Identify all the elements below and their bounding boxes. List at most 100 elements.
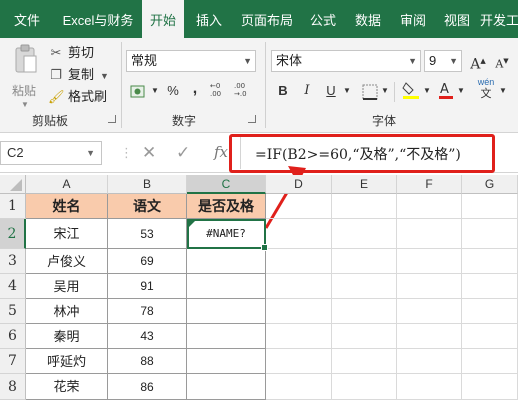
grid-cell[interactable] [266, 299, 332, 324]
accounting-format-button[interactable] [126, 80, 150, 102]
table-cell-result[interactable] [187, 324, 266, 349]
table-header-pass[interactable]: 是否及格 [187, 194, 266, 219]
row-header-3[interactable]: 3 [0, 249, 26, 274]
grid-cell[interactable] [397, 219, 462, 249]
font-color-button[interactable]: A [436, 78, 456, 100]
tab-review[interactable]: 审阅 [392, 0, 434, 38]
grid-cell[interactable] [266, 349, 332, 374]
table-cell-result[interactable] [187, 299, 266, 324]
grid-cell[interactable] [397, 249, 462, 274]
table-cell-name[interactable]: 秦明 [26, 324, 108, 349]
table-cell-score[interactable]: 78 [108, 299, 187, 324]
number-format-select[interactable]: 常规 ▼ [126, 50, 256, 72]
row-header-6[interactable]: 6 [0, 324, 26, 349]
tab-page-layout[interactable]: 页面布局 [234, 0, 300, 38]
table-cell-score[interactable]: 43 [108, 324, 187, 349]
confirm-formula-button[interactable]: ✓ [176, 143, 190, 163]
row-header-4[interactable]: 4 [0, 274, 26, 299]
font-color-dropdown-icon[interactable]: ▼ [456, 80, 466, 102]
column-header-e[interactable]: E [332, 175, 397, 194]
row-header-5[interactable]: 5 [0, 299, 26, 324]
grid-cell[interactable] [266, 374, 332, 400]
tab-formulas[interactable]: 公式 [302, 0, 344, 38]
tab-excel-finance[interactable]: Excel与财务 [54, 0, 142, 38]
grid-cell[interactable] [397, 324, 462, 349]
table-cell-score[interactable]: 69 [108, 249, 187, 274]
decrease-decimal-button[interactable]: .00 →.0 [232, 80, 254, 102]
grid-cell[interactable] [332, 274, 397, 299]
table-cell-name[interactable]: 呼延灼 [26, 349, 108, 374]
phonetic-dropdown-icon[interactable]: ▼ [498, 80, 508, 102]
tab-file[interactable]: 文件 [0, 0, 54, 38]
increase-decimal-button[interactable]: ←0 .00 [208, 80, 230, 102]
format-painter-button[interactable]: 🖌 格式刷 [48, 87, 107, 107]
table-cell-score[interactable]: 88 [108, 349, 187, 374]
grid-cell[interactable] [462, 349, 518, 374]
underline-button[interactable]: U [322, 80, 340, 102]
table-header-score[interactable]: 语文 [108, 194, 187, 219]
grid-cell[interactable] [462, 374, 518, 400]
tab-view[interactable]: 视图 [436, 0, 478, 38]
insert-function-button[interactable]: fx [214, 143, 228, 161]
grid-cell[interactable] [397, 299, 462, 324]
column-header-b[interactable]: B [108, 175, 187, 194]
font-size-select[interactable]: 9 ▼ [424, 50, 462, 72]
column-header-g[interactable]: G [462, 175, 518, 194]
column-header-a[interactable]: A [26, 175, 108, 194]
bold-button[interactable]: B [274, 80, 292, 102]
table-cell-name[interactable]: 花荣 [26, 374, 108, 400]
font-name-select[interactable]: 宋体 ▼ [271, 50, 421, 72]
table-cell-result[interactable] [187, 349, 266, 374]
clipboard-launcher-icon[interactable] [108, 115, 116, 123]
comma-button[interactable]: , [188, 78, 202, 100]
table-cell-score[interactable]: 91 [108, 274, 187, 299]
fill-color-button[interactable] [400, 78, 422, 100]
grid-cell[interactable] [332, 349, 397, 374]
cancel-formula-button[interactable]: ✕ [142, 143, 156, 163]
grid-cell[interactable] [462, 249, 518, 274]
table-cell-name[interactable]: 林冲 [26, 299, 108, 324]
row-header-8[interactable]: 8 [0, 374, 26, 400]
grid-cell[interactable] [462, 219, 518, 249]
grid-cell[interactable] [332, 374, 397, 400]
number-launcher-icon[interactable] [248, 115, 256, 123]
grid-cell[interactable] [397, 274, 462, 299]
grid-cell[interactable] [397, 194, 462, 219]
fill-color-dropdown-icon[interactable]: ▼ [422, 80, 432, 102]
table-cell-result[interactable] [187, 274, 266, 299]
grid-cell[interactable] [266, 324, 332, 349]
grid-cell[interactable] [462, 274, 518, 299]
grid-cell[interactable] [332, 324, 397, 349]
table-cell-result[interactable] [187, 249, 266, 274]
table-cell-result[interactable] [187, 374, 266, 400]
select-all-corner[interactable] [0, 175, 26, 194]
copy-button[interactable]: ❐ 复制 ▼ [48, 65, 109, 85]
grid-cell[interactable] [397, 349, 462, 374]
phonetic-guide-button[interactable]: wén 文 [474, 76, 498, 100]
row-header-7[interactable]: 7 [0, 349, 26, 374]
decrease-font-size-button[interactable]: A▼ [492, 50, 512, 72]
grid-cell[interactable] [462, 194, 518, 219]
name-box[interactable]: C2 ▼ [0, 141, 102, 165]
cut-button[interactable]: ✂ 剪切 [48, 43, 94, 63]
grid-cell[interactable] [332, 299, 397, 324]
percent-button[interactable]: % [164, 80, 182, 102]
grid-cell[interactable] [266, 274, 332, 299]
grid-cell[interactable] [462, 299, 518, 324]
grid-cell[interactable] [332, 194, 397, 219]
grid-cell[interactable] [266, 249, 332, 274]
underline-dropdown-icon[interactable]: ▼ [342, 80, 352, 102]
increase-font-size-button[interactable]: A▲ [468, 50, 488, 73]
grid-cell[interactable] [397, 374, 462, 400]
table-cell-score[interactable]: 86 [108, 374, 187, 400]
grid-cell[interactable] [332, 249, 397, 274]
row-header-1[interactable]: 1 [0, 194, 26, 219]
grid-cell[interactable] [266, 194, 332, 219]
table-cell-name[interactable]: 卢俊义 [26, 249, 108, 274]
borders-dropdown-icon[interactable]: ▼ [380, 80, 390, 102]
borders-button[interactable] [360, 80, 380, 102]
grid-cell[interactable] [332, 219, 397, 249]
accounting-dropdown-icon[interactable]: ▼ [150, 80, 160, 102]
table-cell-name[interactable]: 宋江 [26, 219, 108, 249]
row-header-2[interactable]: 2 [0, 219, 26, 249]
